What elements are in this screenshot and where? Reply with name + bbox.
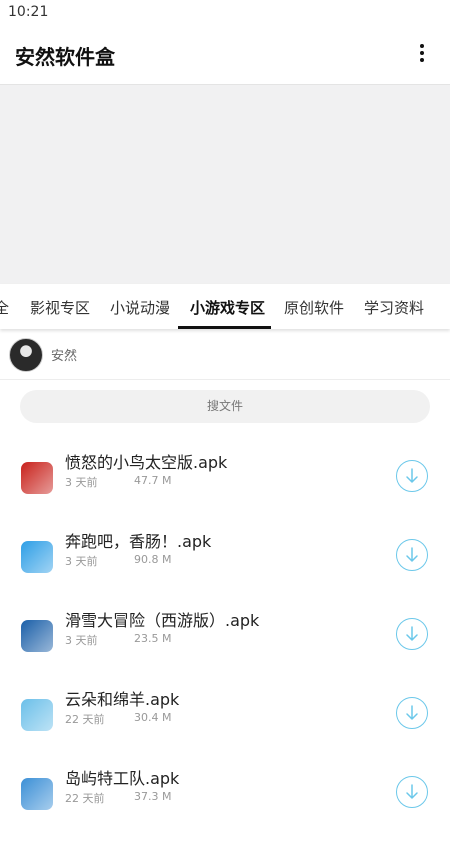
- file-size: 47.7 M: [134, 474, 172, 487]
- banner-area: [0, 84, 450, 285]
- file-name: 愤怒的小鸟太空版.apk: [65, 453, 228, 472]
- file-name: 滑雪大冒险（西游版）.apk: [65, 611, 260, 630]
- more-options-icon[interactable]: [416, 42, 428, 66]
- tab-original-apps[interactable]: 原创软件: [284, 297, 344, 318]
- status-time: 10:21: [8, 4, 49, 20]
- file-time: 22 天前: [65, 713, 105, 726]
- tab-mini-games[interactable]: 小游戏专区: [190, 297, 265, 318]
- file-time: 3 天前: [65, 476, 98, 489]
- tab-movies[interactable]: 影视专区: [30, 297, 90, 318]
- owner-name: 安然: [51, 349, 78, 364]
- file-time: 3 天前: [65, 555, 98, 568]
- file-name: 岛屿特工队.apk: [65, 769, 180, 788]
- tab-novels-anime[interactable]: 小说动漫: [110, 297, 170, 318]
- download-button[interactable]: [396, 539, 428, 571]
- app-bar: 安然软件盒: [0, 24, 450, 84]
- search-input[interactable]: 搜文件: [20, 390, 430, 423]
- file-list-item[interactable]: 岛屿特工队.apk 22 天前 37.3 M: [0, 769, 450, 856]
- file-size: 90.8 M: [134, 553, 172, 566]
- download-arrow-icon: [406, 784, 418, 799]
- download-button[interactable]: [396, 618, 428, 650]
- download-arrow-icon: [406, 468, 418, 483]
- file-size: 37.3 M: [134, 790, 172, 803]
- app-title: 安然软件盒: [15, 45, 115, 69]
- download-button[interactable]: [396, 697, 428, 729]
- download-arrow-icon: [406, 547, 418, 562]
- tab-study-materials[interactable]: 学习资料: [364, 297, 424, 318]
- download-button[interactable]: [396, 776, 428, 808]
- owner-row[interactable]: 安然: [0, 330, 450, 380]
- avatar[interactable]: [9, 338, 43, 372]
- status-bar: 10:21: [0, 0, 450, 24]
- clouds-sheep-icon: [21, 699, 53, 731]
- file-time: 22 天前: [65, 792, 105, 805]
- sausage-run-icon: [21, 541, 53, 573]
- category-tab-bar: 全 影视专区 小说动漫 小游戏专区 原创软件 学习资料: [0, 284, 450, 329]
- file-name: 奔跑吧，香肠！.apk: [65, 532, 212, 551]
- file-size: 30.4 M: [134, 711, 172, 724]
- download-arrow-icon: [406, 626, 418, 641]
- file-size: 23.5 M: [134, 632, 172, 645]
- angry-birds-space-icon: [21, 462, 53, 494]
- file-time: 3 天前: [65, 634, 98, 647]
- file-name: 云朵和绵羊.apk: [65, 690, 180, 709]
- tab-all[interactable]: 全: [0, 297, 9, 318]
- tab-indicator: [178, 326, 271, 329]
- download-button[interactable]: [396, 460, 428, 492]
- island-agents-icon: [21, 778, 53, 810]
- download-arrow-icon: [406, 705, 418, 720]
- ski-safari-icon: [21, 620, 53, 652]
